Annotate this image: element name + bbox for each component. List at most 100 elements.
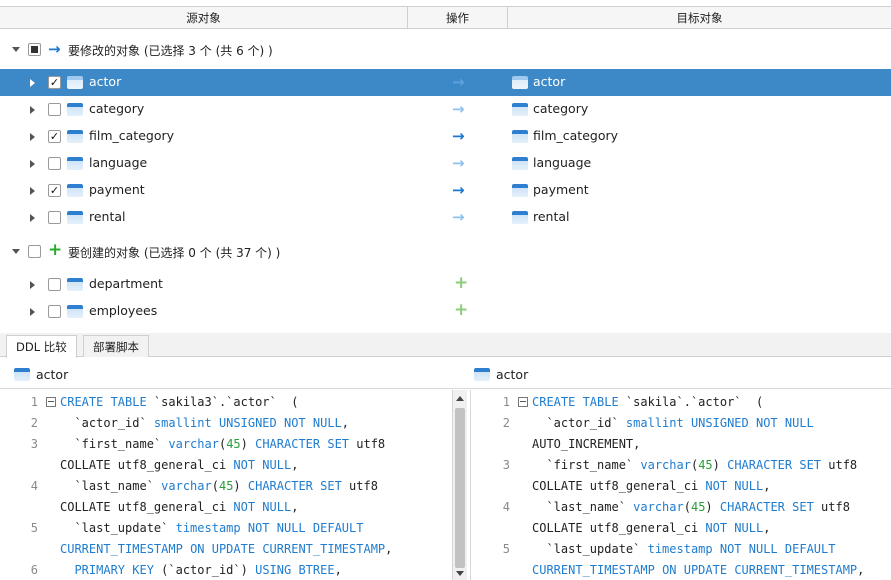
code-text: COLLATE utf8_general_ci NOT NULL,: [532, 521, 771, 535]
expand-triangle-icon[interactable]: [30, 79, 35, 87]
code-line: 6 PRIMARY KEY (`actor_id`) USING BTREE,: [0, 560, 452, 580]
code-line: 1 CREATE TABLE `sakila3`.`actor` (: [0, 392, 452, 413]
modify-row[interactable]: ✓ payment → payment: [0, 177, 891, 204]
right-arrow-icon: →: [452, 100, 465, 118]
row-checkbox[interactable]: [48, 211, 61, 224]
row-checkbox[interactable]: [48, 278, 61, 291]
right-arrow-icon: →: [452, 127, 465, 145]
source-object-name: department: [89, 276, 163, 291]
left-pane-title-text: actor: [36, 366, 69, 382]
row-checkbox[interactable]: [48, 157, 61, 170]
tab-deploy-script[interactable]: 部署脚本: [83, 335, 149, 357]
table-icon: [512, 76, 528, 89]
expand-triangle-icon[interactable]: [30, 160, 35, 168]
group-modify-label: 要修改的对象 (已选择 3 个 (共 6 个) ): [68, 44, 273, 58]
row-checkbox[interactable]: [48, 305, 61, 318]
expand-triangle-icon[interactable]: [30, 281, 35, 289]
source-object-name: rental: [89, 209, 126, 224]
code-text: CURRENT_TIMESTAMP ON UPDATE CURRENT_TIME…: [532, 563, 865, 577]
code-line: COLLATE utf8_general_ci NOT NULL,: [472, 476, 891, 497]
fold-toggle-icon[interactable]: [46, 397, 56, 407]
left-ddl-editor[interactable]: 1 CREATE TABLE `sakila3`.`actor` (2 `acto…: [0, 392, 452, 580]
target-object-name: category: [533, 101, 589, 116]
expand-triangle-icon[interactable]: [30, 133, 35, 141]
table-icon: [512, 184, 528, 197]
line-number: 1: [30, 395, 38, 409]
line-number: 1: [502, 395, 510, 409]
right-arrow-icon: →: [452, 73, 465, 91]
code-text: CURRENT_TIMESTAMP ON UPDATE CURRENT_TIME…: [60, 542, 393, 556]
code-line: COLLATE utf8_general_ci NOT NULL,: [0, 455, 452, 476]
code-line: COLLATE utf8_general_ci NOT NULL,: [0, 497, 452, 518]
create-row[interactable]: employees +: [0, 298, 891, 325]
table-icon: [67, 103, 83, 116]
right-arrow-icon: →: [452, 181, 465, 199]
modify-row[interactable]: category → category: [0, 96, 891, 123]
table-icon: [14, 367, 30, 381]
modify-row[interactable]: rental → rental: [0, 204, 891, 231]
collapse-triangle-icon[interactable]: [12, 47, 20, 52]
table-icon: [512, 211, 528, 224]
source-object-name: category: [89, 101, 145, 116]
modify-row[interactable]: ✓ actor → actor: [0, 69, 891, 96]
right-ddl-editor[interactable]: 1 CREATE TABLE `sakila`.`actor` (2 `actor…: [472, 392, 891, 580]
plus-icon: +: [454, 300, 469, 320]
code-line: 1 CREATE TABLE `sakila`.`actor` (: [472, 392, 891, 413]
target-column-header[interactable]: 目标对象: [508, 7, 891, 28]
table-icon: [67, 130, 83, 143]
code-line: 2 `actor_id` smallint UNSIGNED NOT NULL,: [0, 413, 452, 434]
scroll-thumb[interactable]: [455, 408, 465, 568]
right-pane-title-text: actor: [496, 366, 529, 382]
table-icon: [67, 211, 83, 224]
target-object-name: actor: [533, 74, 566, 89]
target-object-name: rental: [533, 209, 570, 224]
row-checkbox[interactable]: ✓: [48, 184, 61, 197]
modify-row[interactable]: ✓ film_category → film_category: [0, 123, 891, 150]
group-create-row[interactable]: + 要创建的对象 (已选择 0 个 (共 37 个) ): [0, 238, 891, 265]
collapse-triangle-icon[interactable]: [12, 249, 20, 254]
source-object-name: actor: [89, 74, 122, 89]
code-text: `last_update` timestamp NOT NULL DEFAULT: [60, 521, 364, 535]
line-number: 6: [30, 563, 38, 577]
line-number: 5: [30, 521, 38, 535]
code-text: PRIMARY KEY (`actor_id`) USING BTREE,: [74, 563, 342, 577]
group-create-checkbox[interactable]: [28, 245, 41, 258]
row-checkbox[interactable]: [48, 103, 61, 116]
pane-divider: [0, 388, 891, 389]
table-icon: [512, 103, 528, 116]
fold-toggle-icon[interactable]: [518, 397, 528, 407]
expand-triangle-icon[interactable]: [30, 308, 35, 316]
line-number: 4: [502, 500, 510, 514]
expand-triangle-icon[interactable]: [30, 106, 35, 114]
scroll-up-icon[interactable]: [456, 396, 464, 401]
table-icon: [67, 305, 83, 318]
table-icon: [474, 367, 490, 381]
modify-row[interactable]: language → language: [0, 150, 891, 177]
line-number: 3: [502, 458, 510, 472]
code-line: CURRENT_TIMESTAMP ON UPDATE CURRENT_TIME…: [0, 539, 452, 560]
expand-triangle-icon[interactable]: [30, 187, 35, 195]
line-number: 4: [30, 479, 38, 493]
code-text: COLLATE utf8_general_ci NOT NULL,: [60, 500, 299, 514]
operation-column-header[interactable]: 操作: [408, 7, 508, 28]
row-checkbox[interactable]: ✓: [48, 130, 61, 143]
line-number: 2: [30, 416, 38, 430]
line-number: 2: [502, 416, 510, 430]
line-number: 5: [502, 542, 510, 556]
group-modify-checkbox[interactable]: [28, 43, 41, 56]
bottom-tab-bar: DDL 比较 部署脚本: [0, 333, 891, 358]
code-text: `first_name` varchar(45) CHARACTER SET u…: [532, 458, 858, 472]
code-text: COLLATE utf8_general_ci NOT NULL,: [60, 458, 299, 472]
group-modify-row[interactable]: → 要修改的对象 (已选择 3 个 (共 6 个) ): [0, 36, 891, 63]
left-editor-scrollbar[interactable]: [452, 390, 467, 580]
create-row[interactable]: department +: [0, 271, 891, 298]
tab-ddl-compare[interactable]: DDL 比较: [6, 335, 77, 358]
code-line: 5 `last_update` timestamp NOT NULL DEFAU…: [0, 518, 452, 539]
right-arrow-icon: →: [48, 40, 61, 58]
code-line: CURRENT_TIMESTAMP ON UPDATE CURRENT_TIME…: [472, 560, 891, 580]
source-column-header[interactable]: 源对象: [0, 7, 408, 28]
expand-triangle-icon[interactable]: [30, 214, 35, 222]
scroll-down-icon[interactable]: [456, 571, 464, 576]
row-checkbox[interactable]: ✓: [48, 76, 61, 89]
target-object-name: film_category: [533, 128, 619, 143]
